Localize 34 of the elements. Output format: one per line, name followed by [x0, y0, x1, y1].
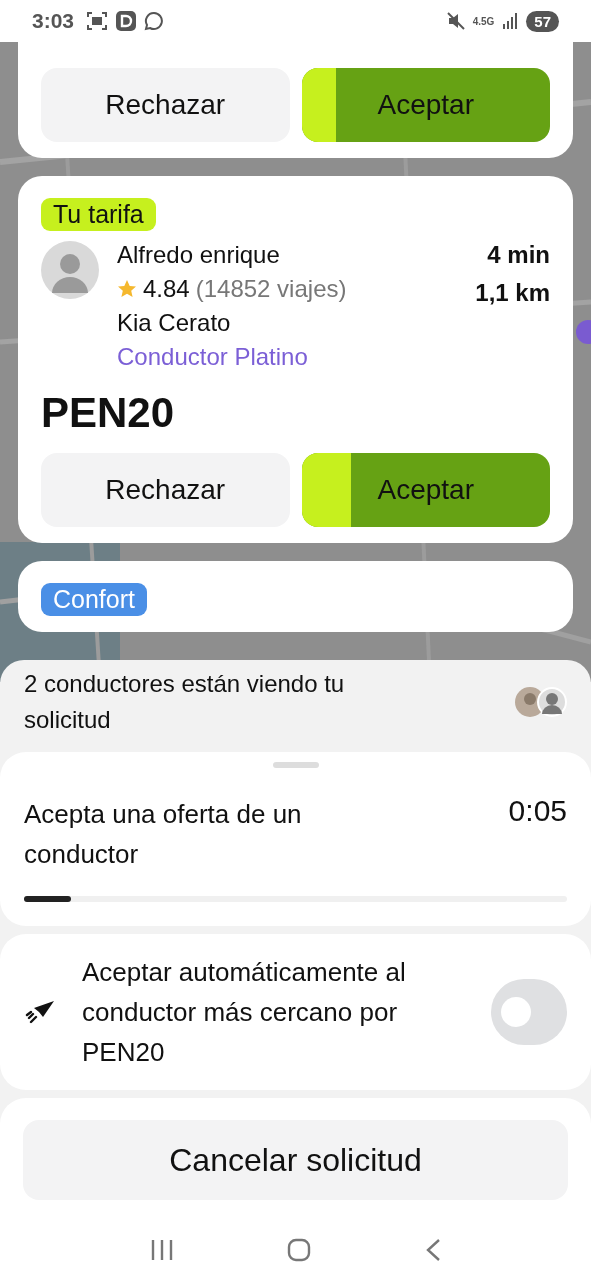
fare-badge: Tu tarifa [41, 198, 156, 231]
star-icon [117, 279, 137, 299]
tier-label: Conductor Platino [117, 343, 309, 371]
auto-accept-label: Aceptar automáticamente al conductor más cercano por PEN20 [82, 956, 407, 1069]
reject-button[interactable]: Rechazar [41, 68, 290, 142]
distance: 1,1 km [475, 279, 550, 307]
signal-icon [502, 13, 519, 29]
recent-apps-icon[interactable] [149, 1239, 174, 1261]
accept-button[interactable]: Aceptar [301, 453, 550, 527]
eta: 4 min [487, 241, 550, 269]
viewers-text: 2 conductores están viendo tu solicitud [24, 669, 346, 735]
trip-count: (14852 viajes) [195, 275, 347, 303]
price: PEN20 [41, 389, 176, 437]
mute-icon [446, 12, 465, 30]
avatar-icon [537, 687, 567, 717]
clock: 3:03 [32, 9, 75, 33]
car-model: Kia Cerato [117, 309, 232, 337]
app-icon [116, 11, 137, 31]
reject-button[interactable]: Rechazar [41, 453, 290, 527]
waiting-title: Acepta una oferta de un conductor [24, 798, 303, 871]
drag-handle[interactable] [272, 762, 319, 768]
home-icon[interactable] [287, 1238, 312, 1262]
chat-icon [144, 11, 165, 31]
back-icon[interactable] [425, 1238, 442, 1262]
cancel-request-button[interactable]: Cancelar solicitud [23, 1120, 568, 1200]
screenshot-icon [86, 11, 109, 31]
fare-badge: Confort [41, 583, 147, 616]
avatar-icon [41, 241, 99, 299]
accept-button[interactable]: Aceptar [301, 68, 550, 142]
rating: 4.84 [143, 275, 190, 303]
driver-name: Alfredo enrique [117, 241, 281, 269]
battery-indicator: 57 [526, 10, 559, 32]
timer: 0:05 [508, 794, 567, 829]
network-label: 4.5G [472, 15, 495, 27]
